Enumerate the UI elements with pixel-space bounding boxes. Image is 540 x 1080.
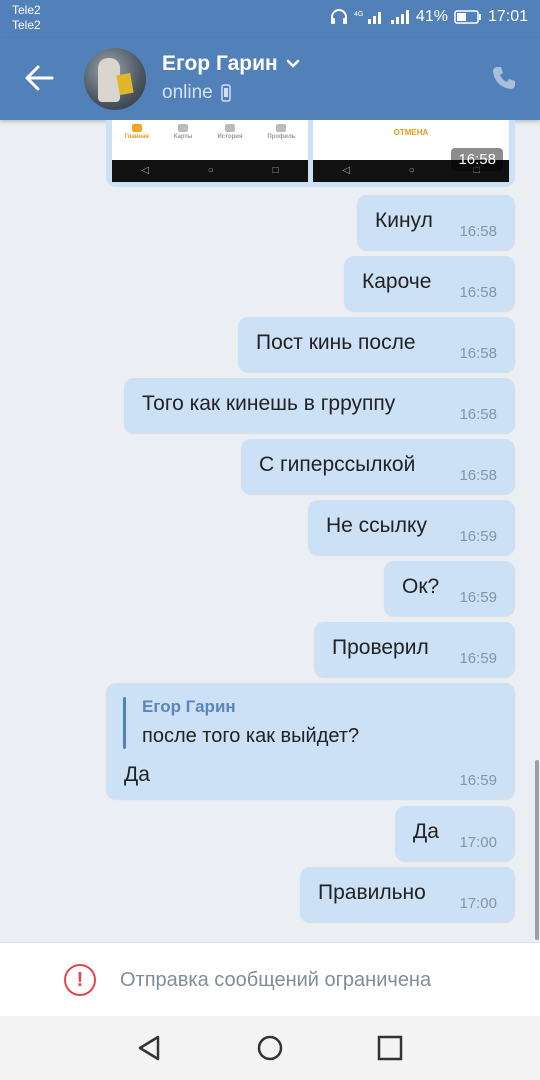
message-bubble[interactable]: Ок? 16:59: [384, 561, 515, 616]
signal-4g-icon: 4G: [354, 11, 381, 24]
message-bubble[interactable]: Не ссылку 16:59: [308, 500, 515, 555]
phone-call-icon[interactable]: [490, 64, 518, 92]
message-time: 17:00: [459, 834, 497, 851]
message-text: Того как кинешь в грруппу: [142, 392, 396, 415]
reply-message-bubble[interactable]: Егор Гарин после того как выйдет? Да 16:…: [106, 683, 515, 799]
avatar[interactable]: [84, 48, 146, 110]
online-status: online: [162, 82, 213, 103]
card-icon: [178, 124, 189, 132]
chat-header: Егор Гарин online: [0, 38, 540, 120]
battery-percent: 41%: [415, 8, 448, 25]
status-bar: Tele2 Tele2 4G 41% 17:01: [0, 0, 540, 38]
message-bubble[interactable]: Пост кинь после 16:58: [238, 317, 515, 372]
home-circle-icon: ○: [207, 165, 214, 176]
back-triangle-icon[interactable]: [136, 1034, 164, 1062]
contact-name: Егор Гарин: [162, 52, 278, 75]
message-text: Правильно: [318, 881, 426, 904]
scrollbar[interactable]: [535, 760, 539, 940]
recents-square-icon[interactable]: [376, 1034, 404, 1062]
message-time: 16:58: [459, 345, 497, 362]
contact-status: online: [162, 82, 231, 104]
message-time: 16:58: [459, 406, 497, 423]
message-time: 17:00: [459, 895, 497, 912]
message-bubble[interactable]: Да 17:00: [395, 806, 515, 861]
message-bubble[interactable]: Правильно 17:00: [300, 867, 515, 922]
carrier-info: Tele2 Tele2: [12, 3, 41, 33]
message-bubble[interactable]: Проверил 16:59: [314, 622, 515, 677]
photo-attachment[interactable]: Главная Карты История Профиль ◁ ○ □ ОТМЕНА…: [106, 120, 515, 187]
message-text: Не ссылку: [326, 514, 427, 537]
carrier-1: Tele2: [12, 3, 41, 17]
svg-text:4G: 4G: [354, 11, 363, 18]
message-text: Кароче: [362, 270, 432, 293]
message-time: 16:59: [459, 772, 497, 789]
clock-icon: [224, 124, 235, 132]
chevron-down-icon: [286, 59, 299, 68]
clock: 17:01: [487, 8, 528, 25]
recents-square-icon: □: [272, 165, 279, 176]
home-circle-icon: ○: [408, 165, 415, 176]
message-bubble[interactable]: С гиперссылкой 16:58: [241, 439, 515, 494]
battery-icon: [454, 10, 481, 24]
preview-tab-label: История: [217, 134, 243, 140]
message-time: 16:58: [459, 467, 497, 484]
message-text: Кинул: [375, 209, 433, 232]
message-list[interactable]: Главная Карты История Профиль ◁ ○ □ ОТМЕНА…: [0, 120, 540, 942]
message-text: Проверил: [332, 636, 429, 659]
message-bubble[interactable]: Кароче 16:58: [344, 256, 515, 311]
carrier-2: Tele2: [12, 18, 41, 32]
message-time: 16:59: [459, 650, 497, 667]
mobile-phone-icon: [220, 84, 231, 102]
home-circle-icon[interactable]: [256, 1034, 284, 1062]
preview-cancel-label: ОТМЕНА: [393, 128, 429, 137]
signal-icon: [390, 10, 409, 24]
back-arrow-icon[interactable]: [22, 62, 58, 94]
message-text: Ок?: [402, 575, 440, 598]
screenshot-preview-1[interactable]: Главная Карты История Профиль ◁ ○ □: [112, 120, 308, 182]
back-triangle-icon: ◁: [141, 165, 150, 176]
system-navigation-bar: [0, 1016, 540, 1080]
attachment-time: 16:58: [451, 148, 503, 171]
profile-icon: [276, 124, 287, 132]
quoted-author[interactable]: Егор Гарин: [142, 697, 236, 717]
restricted-text: Отправка сообщений ограничена: [120, 969, 432, 991]
warning-icon: !: [64, 964, 96, 996]
preview-tab-label: Главная: [124, 134, 149, 140]
message-text: Да: [413, 820, 439, 843]
message-bubble[interactable]: Того как кинешь в грруппу 16:58: [124, 378, 515, 433]
message-time: 16:59: [459, 528, 497, 545]
message-text: Пост кинь после: [256, 331, 416, 354]
message-time: 16:58: [459, 284, 497, 301]
quoted-text[interactable]: после того как выйдет?: [142, 725, 359, 748]
contact-name-button[interactable]: Егор Гарин: [162, 52, 300, 76]
preview-tab-label: Карты: [173, 134, 193, 140]
messaging-restricted-banner: ! Отправка сообщений ограничена: [0, 942, 540, 1017]
message-text: Да: [124, 763, 150, 786]
preview-tab-label: Профиль: [267, 134, 296, 140]
home-icon: [131, 124, 142, 132]
message-text: С гиперссылкой: [259, 453, 416, 476]
quote-bar: [123, 697, 126, 749]
back-triangle-icon: ◁: [342, 165, 351, 176]
message-bubble[interactable]: Кинул 16:58: [357, 195, 515, 250]
message-time: 16:58: [459, 223, 497, 240]
message-time: 16:59: [459, 589, 497, 606]
headset-icon: [330, 9, 347, 24]
preview-tabs: Главная Карты История Профиль: [112, 124, 308, 140]
screenshot-preview-2[interactable]: ОТМЕНА ◁ ○ □ 16:58: [313, 120, 509, 182]
status-icons: 4G 41% 17:01: [330, 8, 528, 26]
